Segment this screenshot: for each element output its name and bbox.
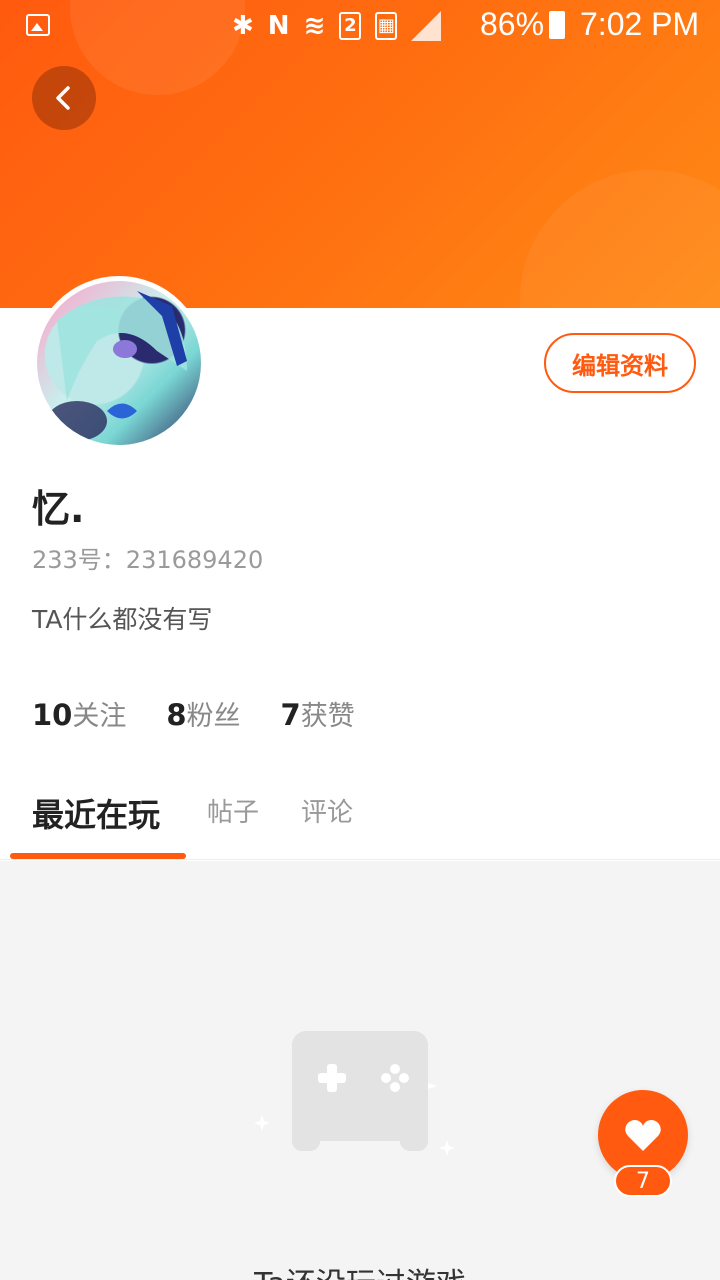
- header-decoration: [520, 170, 720, 308]
- gamepad-icon: [254, 1031, 455, 1156]
- user-name: 忆.: [32, 487, 85, 531]
- following-count: 10: [32, 698, 73, 732]
- heart-icon: [625, 1120, 661, 1151]
- nfc-icon: N: [267, 11, 290, 41]
- status-icons: ✱ N ≋ 2 ▦: [232, 8, 442, 44]
- likes-label: 获赞: [300, 701, 355, 732]
- status-bar: ✱ N ≋ 2 ▦ 86% 7:02 PM: [0, 0, 720, 52]
- stat-fans[interactable]: 8粉丝: [166, 694, 240, 733]
- active-tab-indicator: [10, 853, 186, 859]
- profile-tabs: 最近在玩 帖子 评论: [0, 780, 720, 860]
- avatar[interactable]: [32, 276, 206, 450]
- edit-profile-button[interactable]: 编辑资料: [544, 333, 696, 393]
- signal-icon: [411, 11, 442, 41]
- empty-state-text: Ta还没玩过游戏: [0, 1259, 720, 1280]
- like-count-badge: 7: [614, 1165, 672, 1197]
- profile-header: ✱ N ≋ 2 ▦ 86% 7:02 PM: [0, 0, 720, 308]
- battery-percent: 86%: [480, 6, 545, 42]
- back-button[interactable]: [32, 66, 96, 130]
- sd-card-icon: ▦: [375, 12, 398, 40]
- wifi-icon: ≋: [303, 11, 326, 41]
- profile-stats: 10关注 8粉丝 7获赞: [32, 694, 355, 733]
- tab-content: Ta还没玩过游戏: [0, 861, 720, 1280]
- tab-posts[interactable]: 帖子: [207, 792, 259, 829]
- fans-label: 粉丝: [186, 701, 241, 732]
- fans-count: 8: [166, 698, 187, 732]
- stat-following[interactable]: 10关注: [32, 694, 126, 733]
- likes-count: 7: [280, 698, 301, 732]
- battery-icon: [549, 11, 565, 43]
- avatar-image: [37, 281, 201, 445]
- following-label: 关注: [72, 701, 127, 732]
- user-bio: TA什么都没有写: [32, 605, 213, 634]
- user-id: 233号：231689420: [32, 546, 264, 574]
- status-time: 7:02 PM: [580, 6, 700, 42]
- sim-icon: 2: [339, 12, 362, 40]
- stat-likes[interactable]: 7获赞: [281, 694, 355, 733]
- tab-recently-played[interactable]: 最近在玩: [32, 790, 160, 836]
- image-icon: [26, 14, 50, 36]
- tab-comments[interactable]: 评论: [301, 792, 353, 829]
- chevron-left-icon: [56, 86, 70, 110]
- bluetooth-icon: ✱: [232, 11, 254, 41]
